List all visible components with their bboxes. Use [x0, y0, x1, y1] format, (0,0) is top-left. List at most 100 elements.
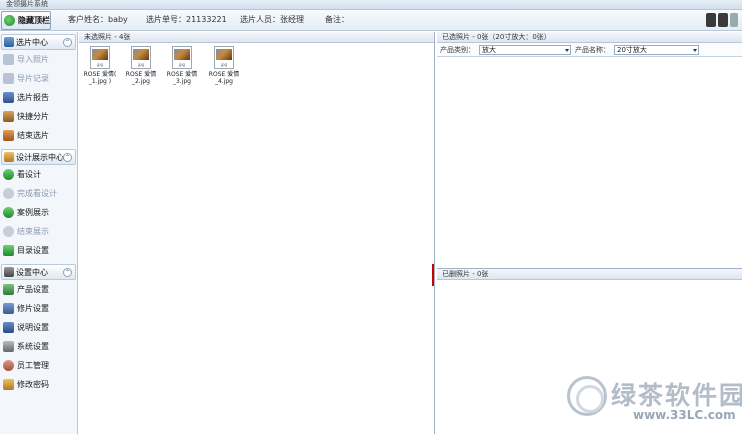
sidebar-item-import-record[interactable]: 导片记录	[0, 69, 77, 88]
category-label: 产品类别：	[440, 45, 475, 54]
photo-caption: ROSE 爱情_2.jpg	[125, 71, 157, 85]
order-number: 选片单号：21133221	[146, 15, 227, 24]
photo-caption: ROSE 爱情_3.jpg	[166, 71, 198, 85]
finish-icon	[3, 130, 14, 141]
sidebar-item-retouch-settings[interactable]: 修片设置	[0, 299, 77, 318]
watermark-brand: 绿茶软件园	[611, 381, 742, 410]
sidebar-item-staff[interactable]: 员工管理	[0, 356, 77, 375]
sidebar-item-label: 系统设置	[17, 342, 49, 351]
case-icon	[3, 207, 14, 218]
sidebar-item-note-settings[interactable]: 说明设置	[0, 318, 77, 337]
watermark: 绿茶软件园 www.33LC.com	[567, 374, 742, 430]
staff-icon	[3, 360, 14, 371]
photo-caption: ROSE 爱情( _1.jpg )	[83, 71, 117, 85]
collapse-icon[interactable]: ⌃	[63, 153, 72, 162]
sidebar-item-case-show[interactable]: 案例展示	[0, 203, 77, 222]
product-settings-icon	[3, 284, 14, 295]
note-label: 备注：	[325, 15, 349, 24]
photo-thumbnail[interactable]: ROSE 爱情_2.jpg	[122, 46, 160, 85]
end-show-icon	[3, 226, 14, 237]
sidebar-item-label: 导入照片	[17, 55, 49, 64]
jpg-file-icon	[131, 46, 151, 69]
hide-toggle-icon	[4, 15, 15, 26]
toolbar-icons	[706, 13, 738, 27]
sidebar-item-label: 结束展示	[17, 227, 49, 236]
watermark-logo-icon	[567, 376, 607, 416]
sidebar-item-label: 产品设置	[17, 285, 49, 294]
pause-icon[interactable]	[706, 13, 716, 27]
jpg-file-icon	[172, 46, 192, 69]
sidebar-item-label: 目录设置	[17, 246, 49, 255]
sidebar-item-label: 案例展示	[17, 208, 49, 217]
menu-icon[interactable]	[730, 13, 738, 27]
settings-center-icon	[4, 267, 14, 277]
sidebar-item-label: 完成看设计	[17, 189, 57, 198]
sidebar-item-finish-select[interactable]: 结束选片	[0, 126, 77, 145]
group-label: 选片中心	[16, 37, 48, 47]
system-settings-icon	[3, 341, 14, 352]
jpg-file-icon	[214, 46, 234, 69]
sidebar-item-quick-split[interactable]: 快捷分片	[0, 107, 77, 126]
sidebar-item-password[interactable]: 修改密码	[0, 375, 77, 394]
sidebar-item-end-show[interactable]: 结束展示	[0, 222, 77, 241]
password-icon	[3, 379, 14, 390]
product-filter-bar: 产品类别： 放大 产品名称： 20寸放大	[437, 43, 742, 57]
photo-thumbnail[interactable]: ROSE 爱情_3.jpg	[163, 46, 201, 85]
product-name-value: 20寸放大	[617, 45, 647, 54]
sidebar-item-import-photos[interactable]: 导入照片	[0, 50, 77, 69]
group-label: 设置中心	[16, 267, 48, 277]
selected-header: 已选照片 - 0张（20寸放大：0张）	[437, 32, 742, 43]
photo-thumbnail[interactable]: ROSE 爱情( _1.jpg )	[81, 46, 119, 85]
done-design-icon	[3, 188, 14, 199]
sidebar-group-settings-center[interactable]: 设置中心 ⌃	[1, 264, 76, 280]
sidebar-group-design-center[interactable]: 设计展示中心 ⌃	[1, 149, 76, 165]
customer-name: 客户姓名：baby	[68, 15, 128, 24]
pause-icon-2[interactable]	[718, 13, 728, 27]
sidebar-item-label: 说明设置	[17, 323, 49, 332]
sidebar-item-view-design[interactable]: 看设计	[0, 165, 77, 184]
jpg-file-icon	[90, 46, 110, 69]
catalog-icon	[3, 245, 14, 256]
sidebar-item-label: 修改密码	[17, 380, 49, 389]
chevron-down-icon	[693, 48, 697, 52]
sidebar-item-label: 看设计	[17, 170, 41, 179]
collapse-icon[interactable]: ⌃	[63, 268, 72, 277]
product-name-label: 产品名称：	[575, 45, 610, 54]
sidebar-item-select-report[interactable]: 选片报告	[0, 88, 77, 107]
category-value: 放大	[482, 45, 496, 54]
window-titlebar: 金领摄片系统	[0, 0, 742, 10]
selected-photos-panel: 已选照片 - 0张（20寸放大：0张） 产品类别： 放大 产品名称： 20寸放大	[437, 32, 742, 266]
hide-top-bar-button[interactable]: 隐藏顶栏	[1, 11, 51, 30]
sidebar-group-select-center[interactable]: 选片中心 ⌃	[1, 34, 76, 50]
category-select[interactable]: 放大	[479, 44, 571, 55]
hide-top-bar-label: 隐藏顶栏	[18, 16, 50, 25]
photo-thumbnail[interactable]: ROSE 爱情_4.jpg	[205, 46, 243, 85]
import-icon	[3, 54, 14, 65]
sidebar: 选片中心 ⌃ 导入照片 导片记录 选片报告 快捷分片 结束选片 设计展示中心 ⌃…	[0, 32, 78, 434]
group-label: 设计展示中心	[16, 152, 64, 162]
sidebar-item-label: 员工管理	[17, 361, 49, 370]
view-design-icon	[3, 169, 14, 180]
sidebar-item-system-settings[interactable]: 系统设置	[0, 337, 77, 356]
unselected-photos-panel: 未选照片 - 4张 ROSE 爱情( _1.jpg ) ROSE 爱情_2.jp…	[79, 32, 435, 434]
product-name-select[interactable]: 20寸放大	[614, 44, 699, 55]
sidebar-item-product-settings[interactable]: 产品设置	[0, 280, 77, 299]
select-photo-icon	[4, 37, 14, 47]
sidebar-item-done-design[interactable]: 完成看设计	[0, 184, 77, 203]
panel-splitter[interactable]	[432, 264, 434, 286]
collapse-icon[interactable]: ⌃	[63, 38, 72, 47]
design-center-icon	[4, 152, 14, 162]
chevron-down-icon	[565, 48, 569, 52]
staff-name: 选片人员：张经理	[240, 15, 304, 24]
watermark-url: www.33LC.com	[633, 408, 736, 422]
sidebar-item-label: 结束选片	[17, 131, 49, 140]
report-icon	[3, 92, 14, 103]
note-settings-icon	[3, 322, 14, 333]
sidebar-item-label: 快捷分片	[17, 112, 49, 121]
photo-caption: ROSE 爱情_4.jpg	[208, 71, 240, 85]
sidebar-item-catalog[interactable]: 目录设置	[0, 241, 77, 260]
retouch-settings-icon	[3, 303, 14, 314]
window-title: 金领摄片系统	[6, 0, 48, 8]
sidebar-item-label: 选片报告	[17, 93, 49, 102]
sidebar-item-label: 修片设置	[17, 304, 49, 313]
